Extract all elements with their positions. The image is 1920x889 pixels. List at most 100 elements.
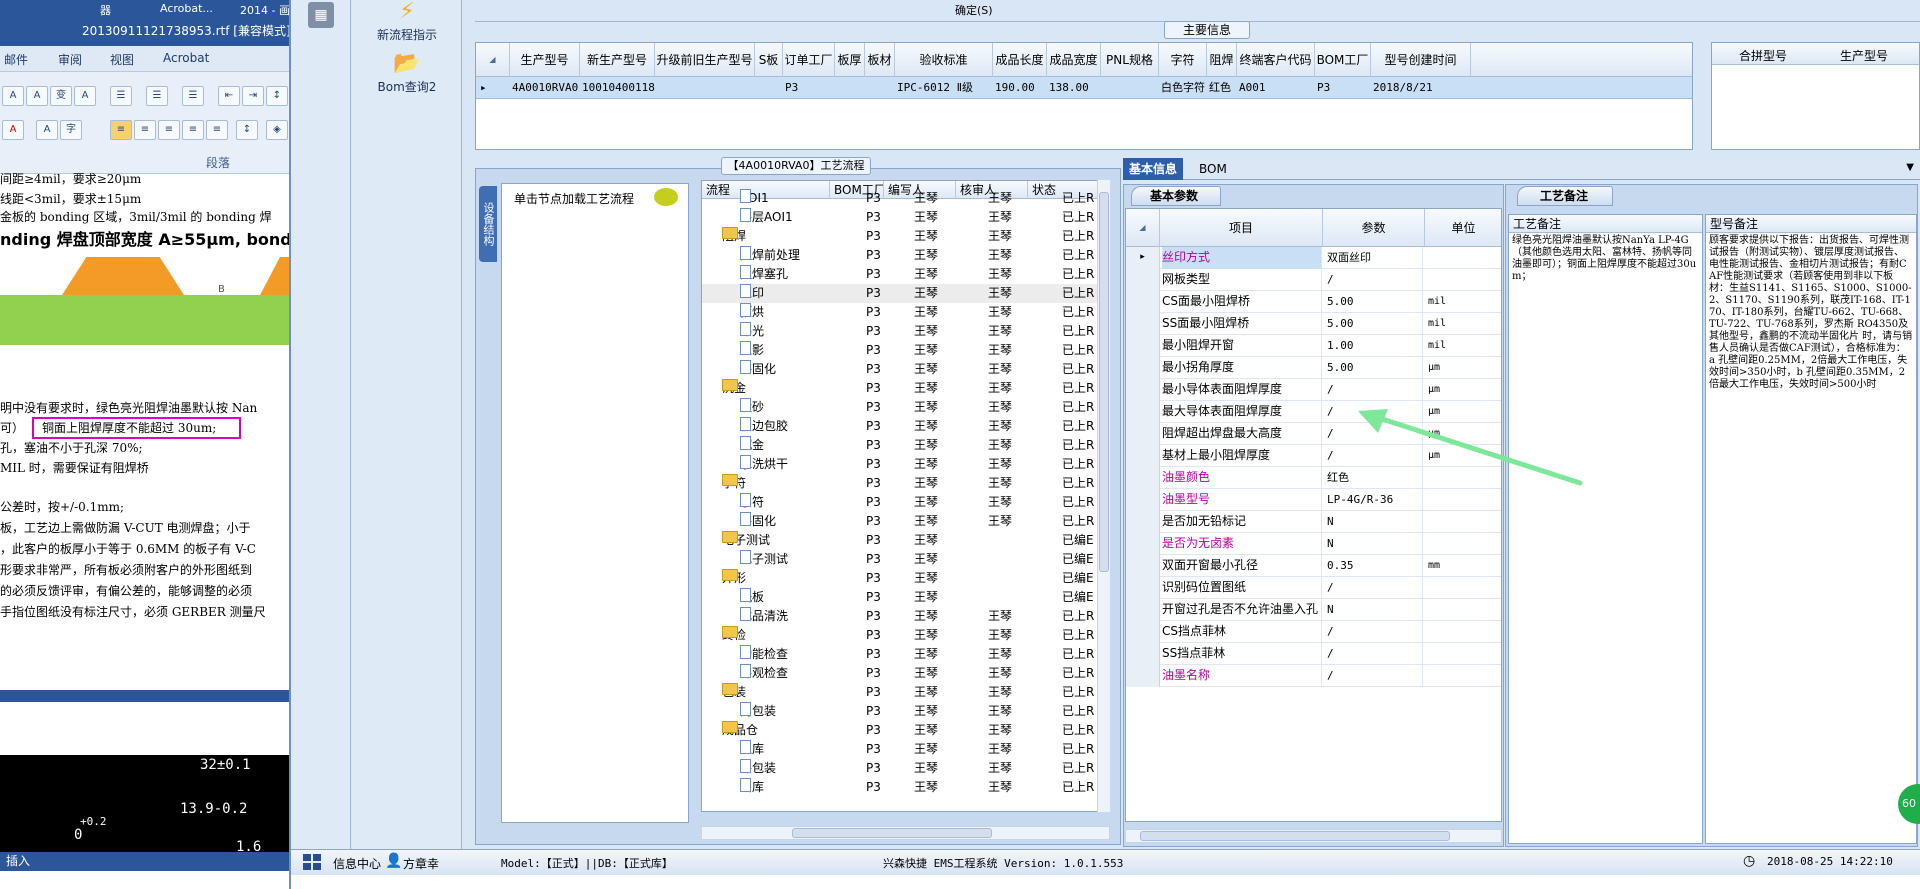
tree-node[interactable]: −阻焊 xyxy=(722,227,746,246)
tree-node[interactable]: 功能检查 xyxy=(740,645,788,664)
enclose-char-icon[interactable]: 字 xyxy=(60,120,82,140)
main-info-col-header[interactable]: 订单工厂 xyxy=(783,43,835,77)
tree-node[interactable]: 外层AOI1 xyxy=(740,208,793,227)
param-value[interactable]: 5.00 xyxy=(1325,357,1423,379)
tree-row[interactable]: 曝光 P3 王琴 王琴 已上R xyxy=(702,322,1109,341)
tree-node[interactable]: 预烘 xyxy=(740,303,764,322)
tree-node[interactable]: −外形 xyxy=(722,569,746,588)
bullets-icon[interactable]: ☰ xyxy=(110,86,132,106)
main-info-col-header[interactable]: 型号创建时间 xyxy=(1371,43,1471,77)
tree-node[interactable]: 字符 xyxy=(740,493,764,512)
main-info-cell[interactable] xyxy=(657,77,755,99)
process-tree-grid[interactable]: 流程 BOM工厂 编写人 核审人 状态 AOI1 P3 王琴 王琴 已上R 外层AOI1 P3 王琴 王琴… xyxy=(701,180,1110,812)
tree-vertical-scrollbar[interactable] xyxy=(1097,180,1110,812)
tree-horizontal-scrollbar[interactable] xyxy=(701,826,1110,840)
params-col-header[interactable]: 单位 xyxy=(1425,209,1501,247)
align-center-icon[interactable]: ≡ xyxy=(134,120,156,140)
main-info-row[interactable]: ▸ 4A0010RVA010010400118911 P3 IPC-6012 Ⅱ级19… xyxy=(476,77,1692,99)
tree-row[interactable]: −字符 P3 王琴 王琴 已上R xyxy=(702,474,1109,493)
params-col-header[interactable]: 参数 xyxy=(1323,209,1425,247)
new-flow-button[interactable]: ⚡ 新流程指示 xyxy=(352,0,462,43)
tree-node[interactable]: 出库 xyxy=(740,778,764,797)
param-row[interactable]: 网板类型 / xyxy=(1126,269,1501,291)
param-row[interactable]: 双面开窗最小孔径 0.35 mm xyxy=(1126,555,1501,577)
tree-row[interactable]: 显影 P3 王琴 王琴 已上R xyxy=(702,341,1109,360)
tree-row[interactable]: 出库 P3 王琴 王琴 已上R xyxy=(702,778,1109,797)
tree-node[interactable]: −包装 xyxy=(722,683,746,702)
param-value[interactable]: / xyxy=(1325,577,1423,599)
main-info-col-header[interactable]: BOM工厂 xyxy=(1315,43,1371,77)
main-info-cell[interactable]: 4A0010RVA0 xyxy=(512,77,580,99)
tree-row[interactable]: 功能检查 P3 王琴 王琴 已上R xyxy=(702,645,1109,664)
main-info-cell[interactable]: 白色字符 xyxy=(1161,77,1207,99)
param-row[interactable]: CS面最小阻焊桥 5.00 mil xyxy=(1126,291,1501,313)
tree-node[interactable]: 内包装 xyxy=(740,702,776,721)
main-info-col-header[interactable]: S板 xyxy=(755,43,783,77)
tree-row[interactable]: 阻焊塞孔 P3 王琴 王琴 已上R xyxy=(702,265,1109,284)
main-info-cell[interactable]: IPC-6012 Ⅱ级 xyxy=(897,77,993,99)
param-row[interactable]: 开窗过孔是否不允许油墨入孔 N xyxy=(1126,599,1501,621)
main-info-cell[interactable]: 138.00 xyxy=(1049,77,1101,99)
load-flow-panel[interactable]: 单击节点加载工艺流程 xyxy=(501,183,689,823)
tree-row[interactable]: −电子测试 P3 王琴 已编E xyxy=(702,531,1109,550)
tree-node[interactable]: 终固化 xyxy=(740,360,776,379)
main-info-col-header[interactable]: 生产型号 xyxy=(510,43,580,77)
shading-icon[interactable]: ◈ xyxy=(266,120,288,140)
param-value[interactable]: 双面丝印 xyxy=(1325,247,1423,269)
param-value[interactable]: 5.00 xyxy=(1325,291,1423,313)
main-info-col-header[interactable]: 板厚 xyxy=(835,43,865,77)
param-row[interactable]: SS挡点菲林 / xyxy=(1126,643,1501,665)
basic-params-tab[interactable]: 基本参数 xyxy=(1131,186,1221,206)
param-row[interactable]: CS挡点菲林 / xyxy=(1126,621,1501,643)
main-info-col-header[interactable]: 验收标准 xyxy=(895,43,993,77)
tree-node[interactable]: 丝印 xyxy=(740,284,764,303)
font-color-icon[interactable]: A xyxy=(2,120,24,140)
tab-bom[interactable]: BOM xyxy=(1193,158,1233,180)
model-notes-box[interactable]: 型号备注 顾客要求提供以下报告：出货报告、可焊性测试报告（附测试实物）、镀层厚度… xyxy=(1705,214,1917,844)
tree-row[interactable]: 沉金 P3 王琴 王琴 已上R xyxy=(702,436,1109,455)
main-info-cell[interactable]: A001 xyxy=(1239,77,1315,99)
decrease-indent-icon[interactable]: ⇤ xyxy=(218,86,240,106)
dropdown-arrow-icon[interactable]: ▼ xyxy=(1906,162,1914,173)
tree-node[interactable]: −终检 xyxy=(722,626,746,645)
tree-node[interactable]: 阻焊塞孔 xyxy=(740,265,788,284)
tree-row[interactable]: 外包装 P3 王琴 王琴 已上R xyxy=(702,759,1109,778)
windows-grid-icon[interactable] xyxy=(303,854,321,870)
main-info-cell[interactable]: 10010400118911 xyxy=(582,77,655,99)
param-row[interactable]: 油墨名称 / xyxy=(1126,665,1501,687)
tree-node[interactable]: 成品清洗 xyxy=(740,607,788,626)
main-info-col-header[interactable]: 板材 xyxy=(865,43,895,77)
tree-row[interactable]: −阻焊 P3 王琴 王琴 已上R xyxy=(702,227,1109,246)
param-value[interactable]: / xyxy=(1325,269,1423,291)
tree-node[interactable]: 沉金 xyxy=(740,436,764,455)
align-left-icon[interactable]: ≡ xyxy=(110,120,132,140)
tree-row[interactable]: 入库 P3 王琴 王琴 已上R xyxy=(702,740,1109,759)
param-row[interactable]: 是否加无铅标记 N xyxy=(1126,511,1501,533)
main-info-cell[interactable] xyxy=(757,77,783,99)
font-grow-icon[interactable]: A xyxy=(2,86,24,106)
tree-row[interactable]: −外形 P3 王琴 已编E xyxy=(702,569,1109,588)
param-row[interactable]: 最小拐角厚度 5.00 μm xyxy=(1126,357,1501,379)
tree-node[interactable]: 入库 xyxy=(740,740,764,759)
tree-node[interactable]: 显影 xyxy=(740,341,764,360)
craft-notes-box[interactable]: 工艺备注 绿色亮光阻焊油墨默认按NanYa LP-4G（其他颜色选用太阳、富林特… xyxy=(1508,214,1703,844)
tree-row[interactable]: 终固化 P3 王琴 王琴 已上R xyxy=(702,512,1109,531)
tree-node[interactable]: −字符 xyxy=(722,474,746,493)
params-col-header[interactable]: 项目 xyxy=(1160,209,1323,247)
main-info-grid[interactable]: ◢ 生产型号 新生产型号 升级前旧生产型号 S板 订单工厂 板厚 板材 验收标准 成品长度 成品宽度… xyxy=(475,42,1693,150)
param-value[interactable]: 0.35 xyxy=(1325,555,1423,577)
tree-row[interactable]: 喷砂 P3 王琴 王琴 已上R xyxy=(702,398,1109,417)
params-horizontal-scrollbar[interactable] xyxy=(1125,829,1502,843)
tree-row[interactable]: 字符 P3 王琴 王琴 已上R xyxy=(702,493,1109,512)
param-value[interactable]: 1.00 xyxy=(1325,335,1423,357)
tree-node[interactable]: AOI1 xyxy=(740,189,769,208)
tree-row[interactable]: 铣板 P3 王琴 已编E xyxy=(702,588,1109,607)
scroll-thumb[interactable] xyxy=(1140,831,1450,841)
tree-row[interactable]: 水洗烘干 P3 王琴 王琴 已上R xyxy=(702,455,1109,474)
main-info-cell[interactable] xyxy=(837,77,865,99)
increase-indent-icon[interactable]: ⇥ xyxy=(242,86,264,106)
param-value[interactable]: N xyxy=(1325,511,1423,533)
phonetic-icon[interactable]: 变 xyxy=(50,86,72,106)
word-menu-mail[interactable]: 邮件 xyxy=(4,51,28,68)
main-info-col-header[interactable]: 成品宽度 xyxy=(1047,43,1101,77)
